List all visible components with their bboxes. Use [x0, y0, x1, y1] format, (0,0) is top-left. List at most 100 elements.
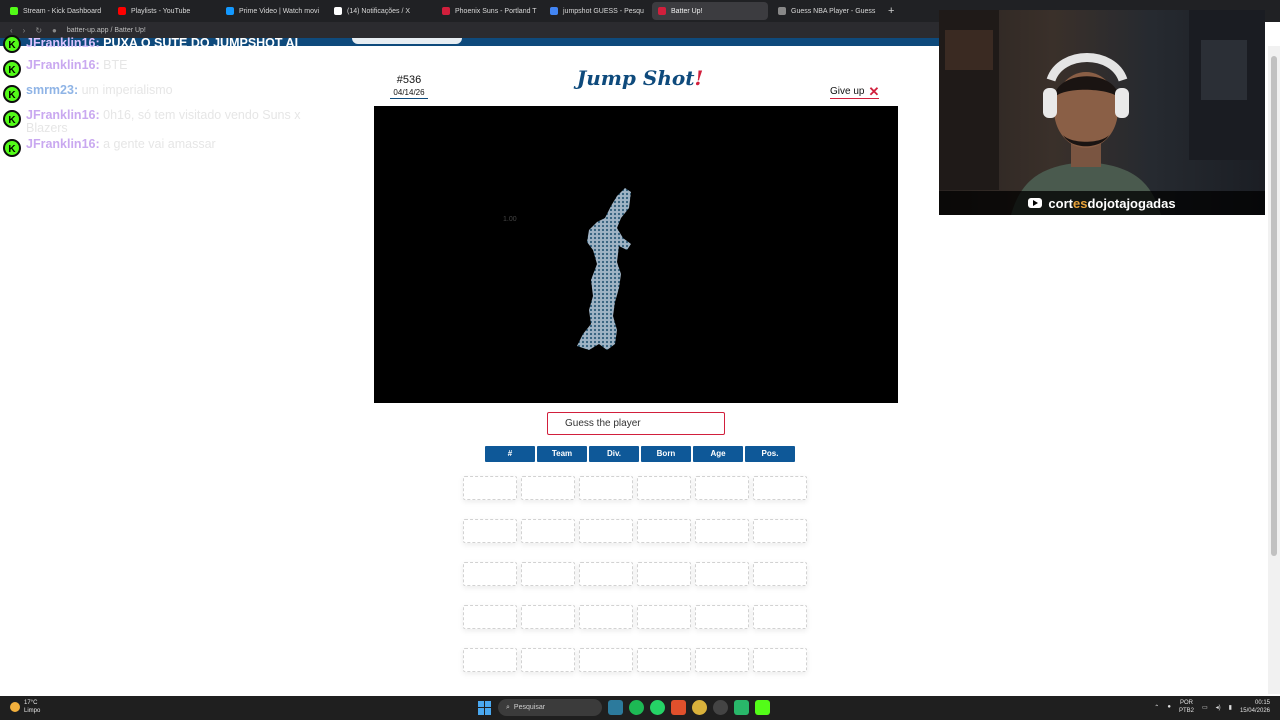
chat-text: PUXA O SUTE DO JUMPSHOT AI	[103, 36, 299, 50]
guess-cell	[637, 648, 691, 672]
browser-tab[interactable]: (14) Notificações / X	[328, 2, 432, 20]
guess-cell	[521, 648, 575, 672]
channel-name-highlight: es	[1072, 195, 1088, 211]
browser-tab[interactable]: Phoenix Suns - Portland T	[436, 2, 540, 20]
browser-tab[interactable]: jumpshot GUESS - Pesqu	[544, 2, 648, 20]
column-header: Div.	[589, 446, 639, 462]
guess-cell	[637, 605, 691, 629]
battery-icon[interactable]: ▮	[1229, 704, 1232, 711]
system-tray: ⌃ ● POR PTB2 ▭ ◂) ▮ 00:15 15/04/2026	[1154, 699, 1270, 715]
guess-cell	[695, 562, 749, 586]
copilot-icon[interactable]	[608, 700, 623, 715]
guess-player-input[interactable]	[547, 412, 725, 435]
guess-cell	[521, 476, 575, 500]
network-icon[interactable]: ▭	[1202, 704, 1208, 711]
chat-username: JFranklin16:	[26, 137, 100, 151]
new-tab-icon[interactable]: +	[888, 5, 894, 17]
guess-cell	[753, 519, 807, 543]
chat-username: JFranklin16:	[26, 58, 100, 72]
kick-badge-icon: K	[3, 110, 21, 128]
google-icon	[550, 7, 558, 15]
browser-tab[interactable]: Prime Video | Watch movi	[220, 2, 324, 20]
search-placeholder: Pesquisar	[513, 704, 546, 711]
site-nav-button[interactable]	[352, 38, 462, 44]
brave-icon[interactable]	[671, 700, 686, 715]
tab-label: Playlists - YouTube	[131, 7, 191, 15]
column-header: Age	[693, 446, 743, 462]
chat-text: a gente vai amassar	[103, 137, 216, 151]
title-mark: !	[694, 66, 704, 90]
weather-text: Limpo	[24, 708, 41, 714]
guess-cell	[463, 648, 517, 672]
search-icon: ⌕	[506, 703, 510, 711]
guess-cell	[463, 519, 517, 543]
scroll-thumb[interactable]	[1271, 56, 1277, 556]
taskbar-search[interactable]: ⌕ Pesquisar	[498, 699, 602, 716]
page-title: Jump Shot!	[560, 66, 720, 90]
chat-text: BTE	[103, 58, 128, 72]
puzzle-date[interactable]: 04/14/26	[390, 88, 428, 99]
page-scrollbar[interactable]	[1268, 46, 1280, 694]
clock-time: 00:15	[1254, 700, 1270, 706]
column-header: Born	[641, 446, 691, 462]
chat-text: um imperialismo	[81, 83, 173, 97]
zoom-level: 1.00	[503, 216, 517, 223]
guess-row	[463, 519, 807, 543]
guess-cell	[753, 605, 807, 629]
guess-row	[463, 648, 807, 672]
sports-icon	[442, 7, 450, 15]
puzzle-number: #536	[396, 74, 422, 86]
guess-cell	[521, 519, 575, 543]
kick-app-icon[interactable]	[755, 700, 770, 715]
guess-cell	[753, 476, 807, 500]
chat-message: K JFranklin16: PUXA O SUTE DO JUMPSHOT AI	[0, 34, 320, 56]
browser-tab[interactable]: Playlists - YouTube	[112, 2, 216, 20]
guess-row	[463, 476, 807, 500]
spotify-icon[interactable]	[629, 700, 644, 715]
guess-cell	[521, 562, 575, 586]
give-up-label: Give up	[830, 86, 865, 97]
chat-message: K JFranklin16: BTE	[0, 59, 320, 81]
guess-cell	[753, 562, 807, 586]
youtube-icon	[118, 7, 126, 15]
mic-tray-icon[interactable]: ●	[1167, 704, 1171, 710]
guess-cell	[637, 519, 691, 543]
obs-icon[interactable]	[713, 700, 728, 715]
background-shelf	[1201, 40, 1247, 100]
guess-row	[463, 562, 807, 586]
weather-widget[interactable]: 17°C Limpo	[10, 699, 40, 715]
browser-tab[interactable]: Stream - Kick Dashboard	[4, 2, 108, 20]
volume-icon[interactable]: ◂)	[1216, 704, 1221, 711]
guess-cell	[579, 519, 633, 543]
kick-icon	[10, 7, 18, 15]
column-header: #	[485, 446, 535, 462]
give-up-button[interactable]: Give up ✕	[830, 83, 880, 99]
chrome-icon[interactable]	[692, 700, 707, 715]
chat-message: K JFranklin16: 0h16, só tem visitado vend…	[0, 109, 320, 135]
chat-username: JFranklin16:	[26, 36, 100, 50]
app-icon[interactable]	[734, 700, 749, 715]
prime-video-icon	[226, 7, 234, 15]
chat-username: smrm23:	[26, 83, 79, 97]
browser-tab[interactable]: Batter Up!	[652, 2, 768, 20]
browser-tab[interactable]: Guess NBA Player - Guess	[772, 2, 876, 20]
close-x-icon: ✕	[868, 83, 880, 99]
column-header: Pos.	[745, 446, 795, 462]
kick-badge-icon: K	[3, 35, 21, 53]
whatsapp-icon[interactable]	[650, 700, 665, 715]
guess-cell	[463, 476, 517, 500]
language: POR	[1179, 700, 1193, 706]
keyboard-layout: PTB2	[1178, 708, 1194, 714]
channel-name: cortesdojotajogadas	[1048, 196, 1175, 211]
stream-chat-overlay: K JFranklin16: PUXA O SUTE DO JUMPSHOT AI…	[0, 34, 320, 163]
clock[interactable]: 00:15 15/04/2026	[1240, 699, 1270, 715]
chevron-up-icon[interactable]: ⌃	[1154, 704, 1159, 711]
windows-start-icon[interactable]	[478, 700, 492, 715]
background-shelf	[945, 30, 993, 70]
language-indicator[interactable]: POR PTB2	[1179, 699, 1194, 715]
tab-label: Prime Video | Watch movi	[239, 7, 320, 15]
kick-badge-icon: K	[3, 60, 21, 78]
url-text[interactable]: batter-up.app / Batter Up!	[67, 27, 146, 34]
channel-name-suffix: dojotajogadas	[1087, 195, 1176, 211]
windows-taskbar: 17°C Limpo ⌕ Pesquisar ⌃ ● POR PTB2 ▭ ◂) ▮ …	[0, 696, 1280, 720]
